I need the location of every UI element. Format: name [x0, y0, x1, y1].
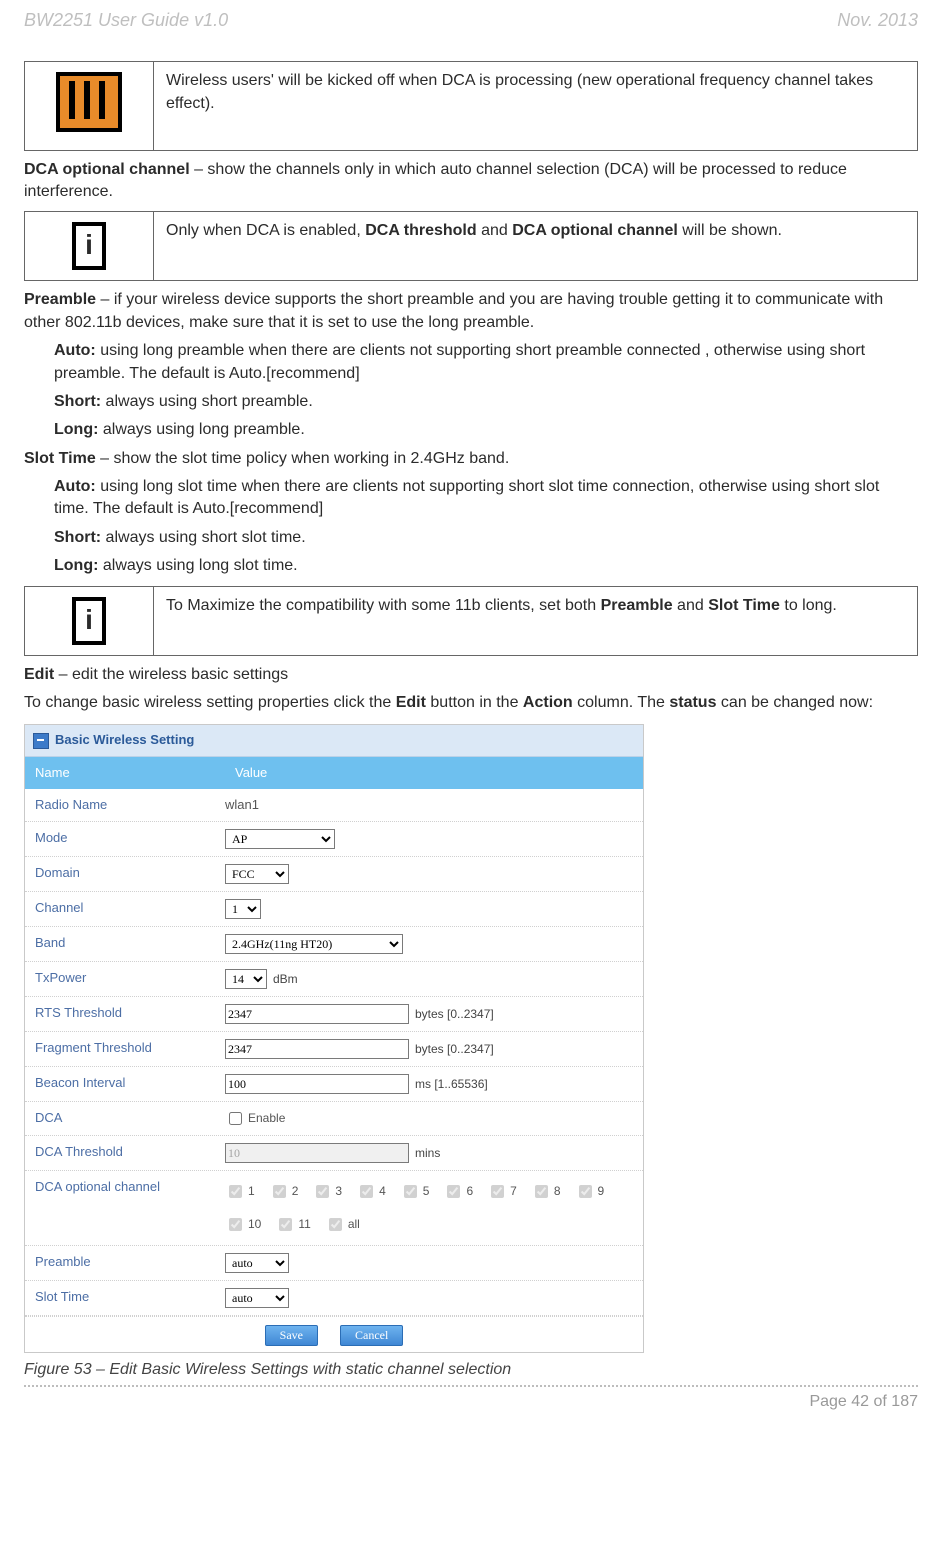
row-radio-name: Radio Namewlan1	[25, 789, 643, 822]
row-preamble: Preambleauto	[25, 1246, 643, 1281]
button-row: Save Cancel	[25, 1316, 643, 1352]
row-dca: DCAEnable	[25, 1102, 643, 1136]
page-divider	[24, 1385, 918, 1387]
row-rts: RTS Thresholdbytes [0..2347]	[25, 997, 643, 1032]
dca-channel-1: 1	[225, 1182, 255, 1201]
domain-select[interactable]: FCC	[225, 864, 289, 884]
basic-wireless-setting-panel: Basic Wireless Setting NameValue Radio N…	[24, 724, 644, 1353]
slot-short: Short: always using short slot time.	[54, 527, 918, 549]
dca-channel-checkbox-9[interactable]	[579, 1185, 592, 1198]
slot-time-select[interactable]: auto	[225, 1288, 289, 1308]
doc-title: BW2251 User Guide v1.0	[24, 8, 228, 33]
mode-select[interactable]: AP	[225, 829, 335, 849]
channel-select[interactable]: 1	[225, 899, 261, 919]
dca-channel-checkbox-2[interactable]	[273, 1185, 286, 1198]
row-channel: Channel1	[25, 892, 643, 927]
term-dca-optional: DCA optional channel	[24, 161, 190, 178]
term-preamble: Preamble	[24, 291, 96, 308]
doc-date: Nov. 2013	[837, 8, 918, 33]
row-beacon: Beacon Intervalms [1..65536]	[25, 1067, 643, 1102]
dca-channel-checkbox-all[interactable]	[329, 1218, 342, 1231]
info-text-2: To Maximize the compatibility with some …	[154, 586, 918, 655]
slot-auto: Auto: using long slot time when there ar…	[54, 476, 918, 521]
row-fragment: Fragment Thresholdbytes [0..2347]	[25, 1032, 643, 1067]
dca-channel-8: 8	[531, 1182, 561, 1201]
fragment-input[interactable]	[225, 1039, 409, 1059]
dca-channel-checkbox-6[interactable]	[447, 1185, 460, 1198]
dca-channel-checkbox-1[interactable]	[229, 1185, 242, 1198]
term-slot: Slot Time	[24, 450, 96, 467]
dca-optional-para: DCA optional channel – show the channels…	[24, 159, 918, 204]
row-domain: DomainFCC	[25, 857, 643, 892]
dca-channel-checkbox-11[interactable]	[279, 1218, 292, 1231]
preamble-para: Preamble – if your wireless device suppo…	[24, 289, 918, 334]
dca-channel-checkbox-4[interactable]	[360, 1185, 373, 1198]
dca-optional-channels: 123456789 10 11 all	[225, 1178, 633, 1238]
change-para: To change basic wireless setting propert…	[24, 692, 918, 714]
edit-para: Edit – edit the wireless basic settings	[24, 664, 918, 686]
preamble-auto: Auto: using long preamble when there are…	[54, 340, 918, 385]
dca-channel-2: 2	[269, 1182, 299, 1201]
info-note-1: i Only when DCA is enabled, DCA threshol…	[24, 211, 918, 281]
figure-caption: Figure 53 – Edit Basic Wireless Settings…	[24, 1359, 918, 1381]
dca-channel-all: all	[325, 1215, 360, 1234]
preamble-select[interactable]: auto	[225, 1253, 289, 1273]
dca-channel-9: 9	[575, 1182, 605, 1201]
rts-input[interactable]	[225, 1004, 409, 1024]
row-mode: ModeAP	[25, 822, 643, 857]
term-edit: Edit	[24, 666, 54, 683]
warning-icon	[56, 72, 122, 132]
beacon-input[interactable]	[225, 1074, 409, 1094]
page-header: BW2251 User Guide v1.0 Nov. 2013	[24, 8, 918, 33]
dca-channel-checkbox-7[interactable]	[491, 1185, 504, 1198]
preamble-short: Short: always using short preamble.	[54, 391, 918, 413]
row-dca-threshold: DCA Thresholdmins	[25, 1136, 643, 1171]
txpower-select[interactable]: 14	[225, 969, 267, 989]
dca-threshold-input[interactable]	[225, 1143, 409, 1163]
row-band: Band2.4GHz(11ng HT20)	[25, 927, 643, 962]
info-text-1: Only when DCA is enabled, DCA threshold …	[154, 212, 918, 281]
save-button[interactable]: Save	[265, 1325, 318, 1346]
dca-channel-6: 6	[443, 1182, 473, 1201]
dca-channel-3: 3	[312, 1182, 342, 1201]
info-note-2: i To Maximize the compatibility with som…	[24, 586, 918, 656]
cancel-button[interactable]: Cancel	[340, 1325, 403, 1346]
panel-title-bar: Basic Wireless Setting	[25, 725, 643, 756]
dca-channel-11: 11	[275, 1215, 310, 1234]
warning-note: Wireless users' will be kicked off when …	[24, 61, 918, 150]
dca-channel-checkbox-8[interactable]	[535, 1185, 548, 1198]
preamble-long: Long: always using long preamble.	[54, 419, 918, 441]
row-txpower: TxPower14dBm	[25, 962, 643, 997]
dca-channel-5: 5	[400, 1182, 430, 1201]
slot-long: Long: always using long slot time.	[54, 555, 918, 577]
dca-channel-checkbox-5[interactable]	[404, 1185, 417, 1198]
dca-enable-checkbox[interactable]	[229, 1112, 242, 1125]
info-icon: i	[72, 597, 106, 645]
panel-icon	[33, 733, 49, 749]
slot-para: Slot Time – show the slot time policy wh…	[24, 448, 918, 470]
dca-channel-checkbox-3[interactable]	[316, 1185, 329, 1198]
band-select[interactable]: 2.4GHz(11ng HT20)	[225, 934, 403, 954]
dca-channel-10: 10	[225, 1215, 261, 1234]
dca-channel-checkbox-10[interactable]	[229, 1218, 242, 1231]
row-dca-optional: DCA optional channel1234567891011all	[25, 1171, 643, 1246]
dca-channel-4: 4	[356, 1182, 386, 1201]
row-slot-time: Slot Timeauto	[25, 1281, 643, 1316]
page-footer: Page 42 of 187	[24, 1391, 918, 1413]
warning-text: Wireless users' will be kicked off when …	[154, 62, 918, 150]
dca-channel-7: 7	[487, 1182, 517, 1201]
info-icon: i	[72, 222, 106, 270]
panel-column-header: NameValue	[25, 757, 643, 789]
